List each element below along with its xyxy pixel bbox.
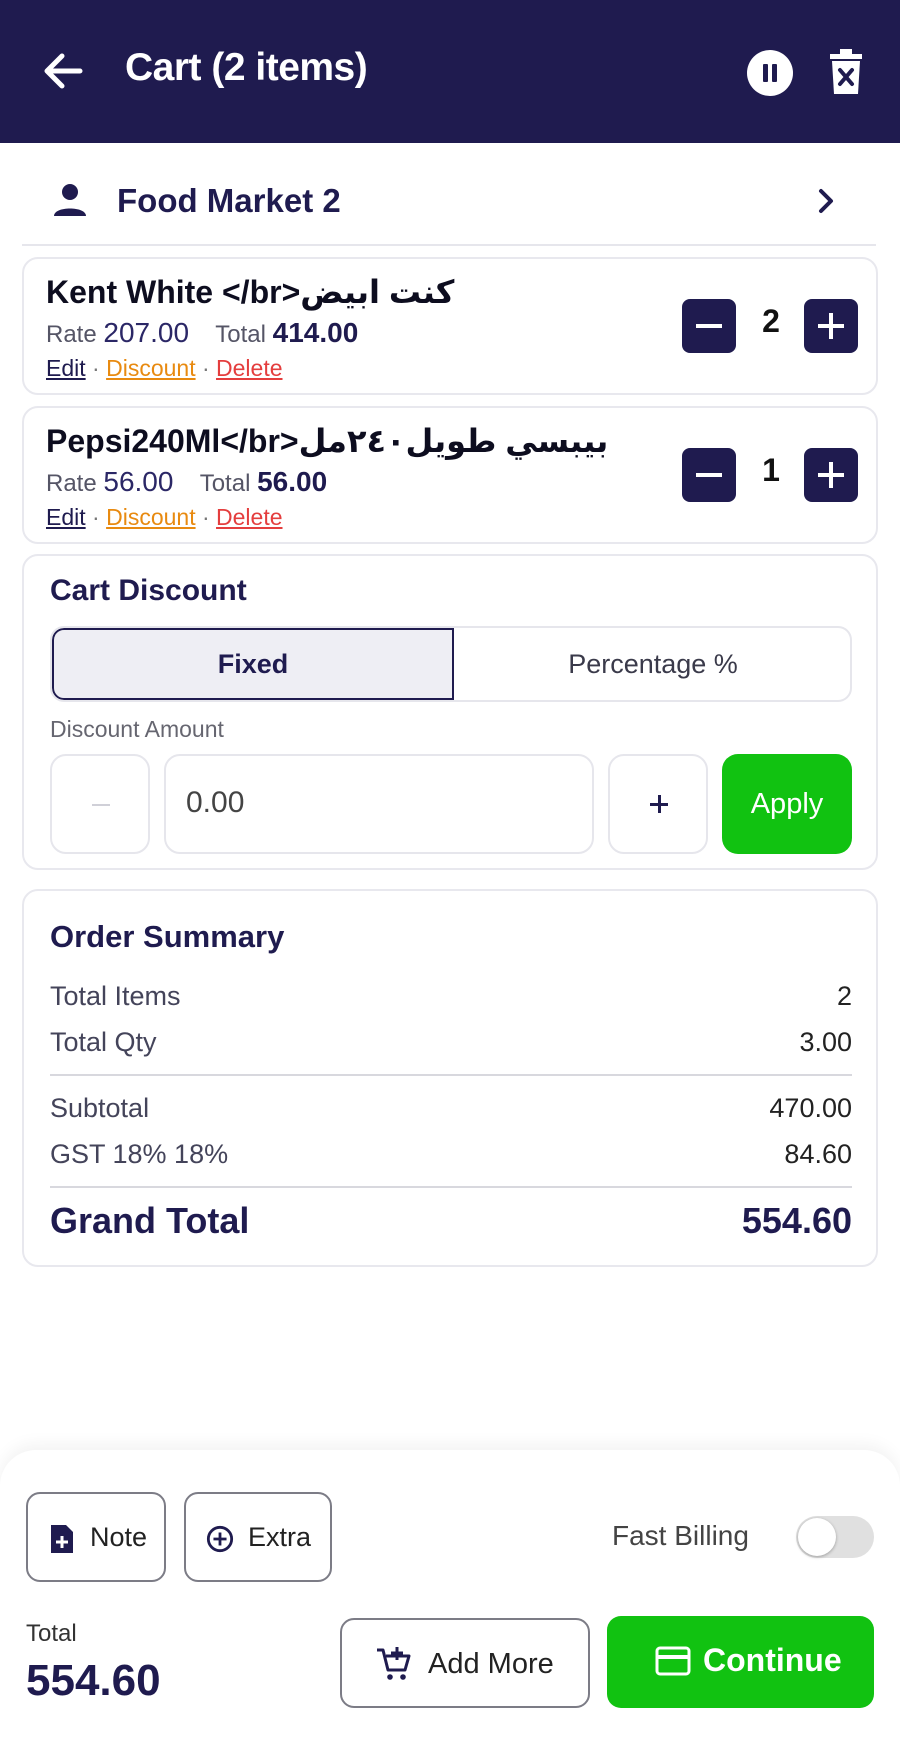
discount-amount-label: Discount Amount (50, 716, 224, 742)
discount-type-fixed[interactable]: Fixed (52, 628, 454, 700)
discount-amount-value: 0.00 (186, 786, 245, 819)
extra-button[interactable]: Extra (184, 1492, 332, 1582)
item-total: 56.00 (257, 466, 328, 497)
note-button[interactable]: Note (26, 1492, 166, 1582)
item-rates: Rate 56.00 Total 56.00 (46, 466, 327, 498)
person-icon (54, 184, 86, 216)
item-rate: 207.00 (103, 317, 190, 348)
discount-amount-input[interactable]: 0.00 (164, 754, 594, 854)
extra-label: Extra (248, 1522, 312, 1552)
discount-link[interactable]: Discount (106, 504, 195, 530)
customer-name: Food Market 2 (117, 182, 341, 219)
cart-discount-card: Cart Discount Fixed Percentage % Discoun… (22, 554, 878, 870)
delete-link[interactable]: Delete (216, 355, 282, 381)
increase-qty-button[interactable] (804, 448, 858, 502)
cart-item: Kent White </br>كنت ابيض Rate 207.00 Tot… (22, 257, 878, 395)
add-circle-icon (206, 1525, 234, 1553)
back-arrow-icon[interactable] (38, 46, 88, 96)
discount-decrement-button[interactable] (50, 754, 150, 854)
order-summary-title: Order Summary (50, 919, 285, 954)
decrease-qty-button[interactable] (682, 299, 736, 353)
rate-label: Rate (46, 321, 97, 348)
summary-value: 2 (836, 981, 852, 1011)
summary-label: Total Items (50, 981, 181, 1011)
divider (50, 1186, 852, 1188)
add-more-button[interactable]: Add More (340, 1618, 590, 1708)
bottom-panel: Note Extra Fast Billing Total 554.60 Add… (0, 1450, 900, 1742)
item-actions: Edit · Discount · Delete (46, 355, 283, 381)
total-label: Total (26, 1620, 77, 1647)
item-quantity: 1 (762, 452, 780, 488)
note-add-icon (51, 1525, 73, 1553)
note-label: Note (90, 1522, 148, 1552)
decrease-qty-button[interactable] (682, 448, 736, 502)
discount-type-percentage[interactable]: Percentage % (454, 628, 850, 700)
item-total: 414.00 (272, 317, 359, 348)
item-rates: Rate 207.00 Total 414.00 (46, 317, 358, 349)
divider (50, 1074, 852, 1076)
cart-item: Pepsi240Ml</br>بيبسي طويل٢٤٠مل Rate 56.0… (22, 406, 878, 544)
discount-link[interactable]: Discount (106, 355, 195, 381)
increase-qty-button[interactable] (804, 299, 858, 353)
page-title: Cart (2 items) (125, 46, 368, 89)
customer-selector[interactable]: Food Market 2 (22, 168, 876, 246)
discount-increment-button[interactable] (608, 754, 708, 854)
rate-label: Rate (46, 470, 97, 497)
item-quantity: 2 (762, 303, 780, 339)
discount-type-toggle: Fixed Percentage % (50, 626, 852, 702)
fast-billing-toggle[interactable] (796, 1516, 874, 1558)
item-actions: Edit · Discount · Delete (46, 504, 283, 530)
grand-total-label: Grand Total (50, 1200, 250, 1241)
app-bar: Cart (2 items) (0, 0, 900, 143)
continue-label: Continue (703, 1642, 842, 1678)
total-label: Total (215, 321, 266, 348)
edit-link[interactable]: Edit (46, 504, 86, 530)
chevron-right-icon (819, 189, 833, 213)
summary-value: 84.60 (784, 1139, 852, 1169)
cart-discount-title: Cart Discount (50, 574, 247, 607)
apply-discount-button[interactable]: Apply (722, 754, 852, 854)
summary-value: 470.00 (769, 1093, 852, 1123)
order-summary-card: Order Summary Total Items 2 Total Qty 3.… (22, 889, 878, 1267)
total-label: Total (199, 470, 251, 497)
item-name: Kent White </br>كنت ابيض (46, 274, 455, 310)
item-name: Pepsi240Ml</br>بيبسي طويل٢٤٠مل (46, 423, 609, 459)
delete-cart-icon[interactable] (828, 48, 864, 96)
pause-icon[interactable] (747, 50, 793, 96)
continue-button[interactable]: Continue (607, 1616, 874, 1708)
summary-label: Subtotal (50, 1093, 150, 1123)
delete-link[interactable]: Delete (216, 504, 282, 530)
summary-value: 3.00 (799, 1027, 852, 1057)
summary-label: GST 18% 18% (50, 1139, 229, 1169)
add-more-label: Add More (428, 1648, 554, 1680)
edit-link[interactable]: Edit (46, 355, 86, 381)
summary-label: Total Qty (50, 1027, 157, 1057)
toggle-knob (798, 1518, 836, 1556)
item-rate: 56.00 (103, 466, 174, 497)
fast-billing-label: Fast Billing (612, 1520, 749, 1551)
grand-total-value: 554.60 (741, 1200, 852, 1241)
card-icon (655, 1646, 691, 1676)
total-value: 554.60 (26, 1656, 161, 1705)
cart-add-icon (377, 1647, 411, 1680)
